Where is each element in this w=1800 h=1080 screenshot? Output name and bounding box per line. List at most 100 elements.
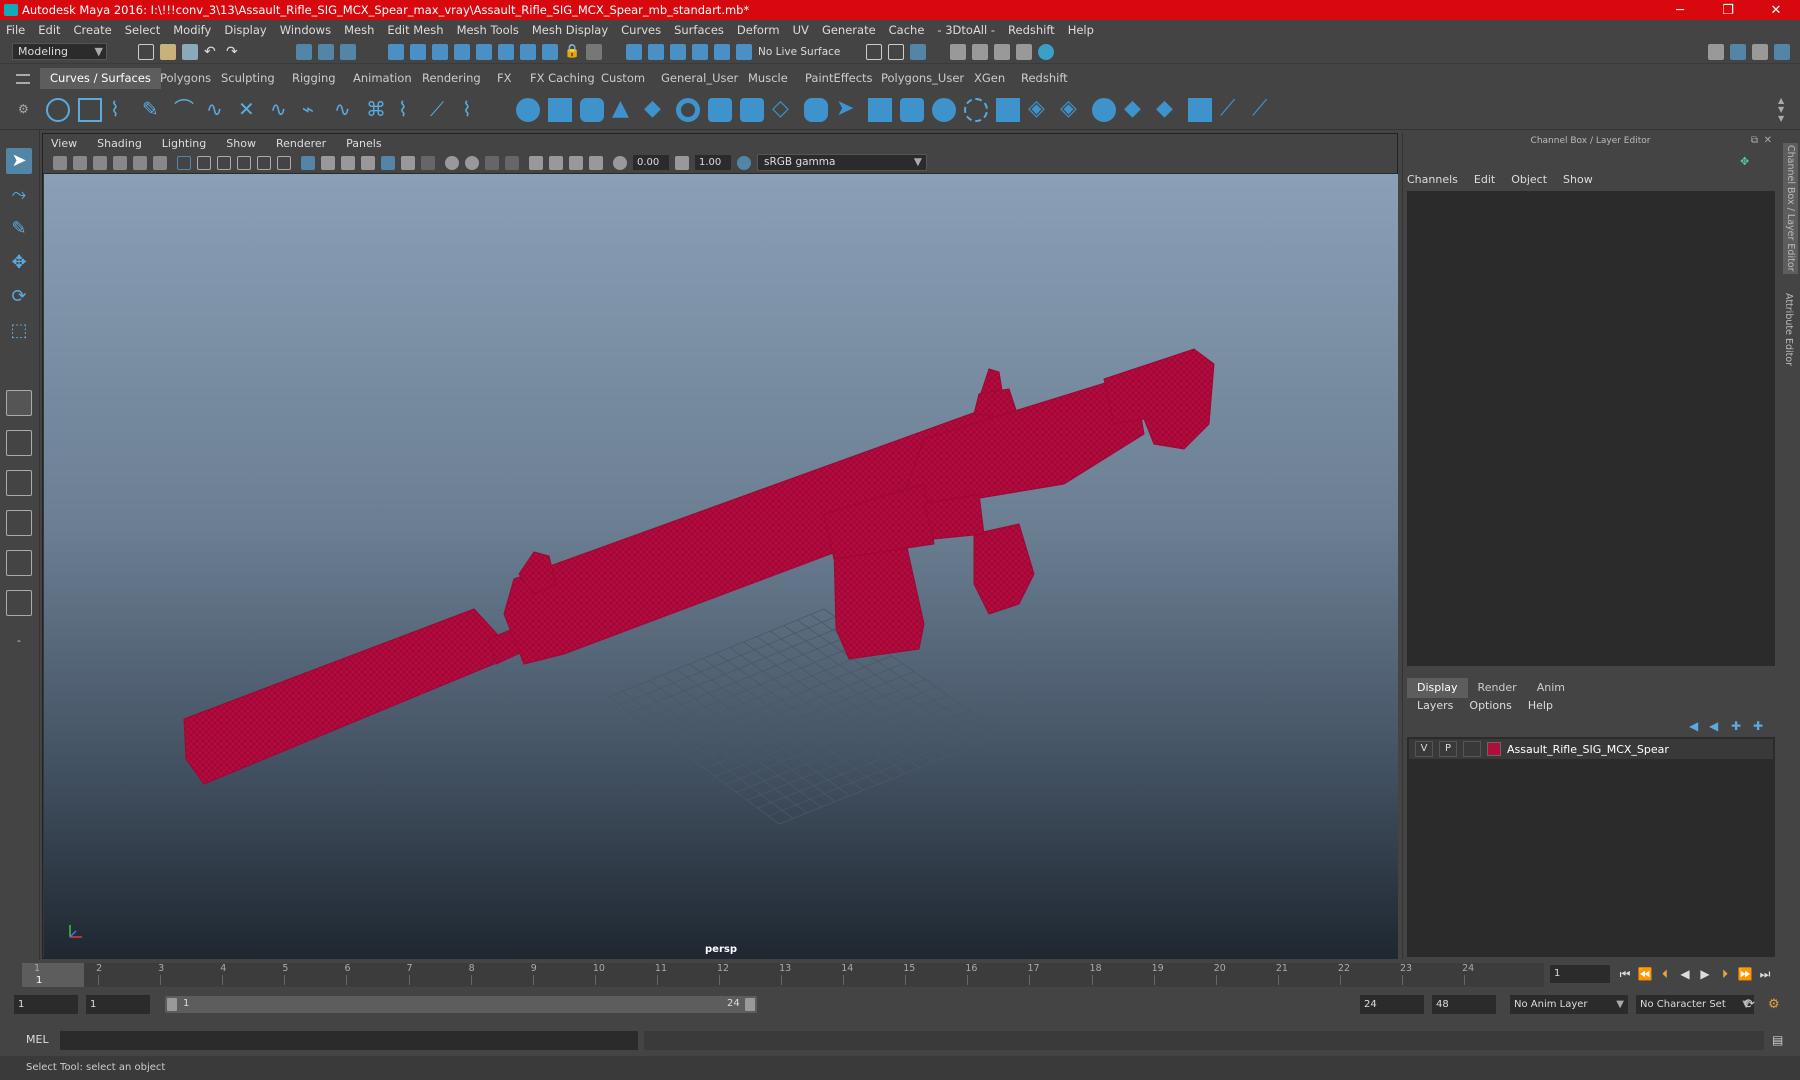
- nurbs-square-icon[interactable]: [78, 98, 102, 122]
- mel-label[interactable]: MEL: [26, 1033, 49, 1046]
- exposure-field[interactable]: 0.00: [633, 155, 669, 170]
- insert-isoparm-icon[interactable]: ⟋: [1220, 98, 1244, 122]
- extend-curve-icon[interactable]: ⟋: [430, 98, 454, 122]
- reflect-icon[interactable]: [692, 44, 708, 60]
- grease-pencil-icon[interactable]: [153, 156, 167, 170]
- bookmark-icon[interactable]: [93, 156, 107, 170]
- light-editor-icon[interactable]: [1016, 44, 1032, 60]
- textured-icon[interactable]: [361, 156, 375, 170]
- side-tab-attribute-editor[interactable]: Attribute Editor: [1783, 293, 1794, 366]
- nurbs-sphere-icon[interactable]: [516, 98, 540, 122]
- lights-icon[interactable]: [401, 156, 415, 170]
- menu-item[interactable]: Curves: [621, 23, 661, 37]
- layer-menu-item[interactable]: Options: [1469, 699, 1511, 712]
- history-icon[interactable]: [520, 44, 536, 60]
- hypershade-icon[interactable]: [972, 44, 988, 60]
- layer-type-toggle[interactable]: [1463, 741, 1481, 757]
- smooth-shade-icon[interactable]: [321, 156, 335, 170]
- layer-row[interactable]: V P Assault_Rifle_SIG_MCX_Spear: [1409, 739, 1773, 759]
- viewport-menu-item[interactable]: Shading: [97, 137, 142, 150]
- redo-icon[interactable]: ↷: [226, 44, 242, 60]
- film-gate-icon[interactable]: [197, 156, 211, 170]
- render-frame-icon[interactable]: [888, 44, 904, 60]
- viewport-3d[interactable]: persp: [44, 174, 1398, 959]
- menu-item[interactable]: Select: [125, 23, 160, 37]
- menu-item[interactable]: - 3DtoAll -: [937, 23, 995, 37]
- two-d-pan-icon[interactable]: [133, 156, 147, 170]
- nurbs-cube-icon[interactable]: [548, 98, 572, 122]
- mode-selector[interactable]: Modeling ▼: [12, 43, 107, 60]
- shelf-menu-icon[interactable]: [16, 74, 30, 84]
- menu-item[interactable]: Display: [224, 23, 266, 37]
- extrude-icon[interactable]: [804, 98, 828, 122]
- menu-item[interactable]: Modify: [173, 23, 211, 37]
- select-component-icon[interactable]: [340, 44, 356, 60]
- nurbs-plane-icon[interactable]: ◆: [644, 98, 668, 122]
- menu-item[interactable]: Edit Mesh: [387, 23, 443, 37]
- xray-components-icon[interactable]: [569, 156, 583, 170]
- menu-item[interactable]: Edit: [38, 23, 60, 37]
- input-ops-icon[interactable]: [542, 44, 558, 60]
- lock-icon[interactable]: 🔒: [564, 44, 580, 60]
- live-surface-icon[interactable]: [736, 44, 752, 60]
- save-scene-icon[interactable]: [182, 44, 198, 60]
- go-to-end-icon[interactable]: ⏭: [1756, 965, 1774, 983]
- rifle-model[interactable]: [183, 348, 1215, 785]
- symmetry-icon[interactable]: [648, 44, 664, 60]
- playback-end-field[interactable]: 24: [1360, 995, 1424, 1014]
- curve-tool-icon[interactable]: ✕: [238, 98, 262, 122]
- step-back-frame-icon[interactable]: ⏴: [1656, 965, 1674, 983]
- rotate-tool-icon[interactable]: ⟳: [6, 284, 32, 310]
- nurbs-cone-icon[interactable]: ▲: [612, 98, 636, 122]
- shelf-tab[interactable]: PaintEffects: [795, 68, 883, 89]
- snap-grid-icon[interactable]: [388, 44, 404, 60]
- magnet-icon[interactable]: [626, 44, 642, 60]
- render-region-icon[interactable]: [866, 44, 882, 60]
- playback-start-field[interactable]: 1: [86, 995, 150, 1014]
- sculpt-tool-icon[interactable]: ⟋: [1252, 98, 1276, 122]
- single-view-icon[interactable]: [6, 390, 32, 416]
- loft-icon[interactable]: [740, 98, 764, 122]
- project-curve-icon[interactable]: [964, 98, 988, 122]
- bevel-plus-icon[interactable]: [932, 98, 956, 122]
- menu-item[interactable]: Create: [74, 23, 112, 37]
- new-layer-icon[interactable]: ✚: [1731, 719, 1741, 733]
- step-back-key-icon[interactable]: ⏪: [1636, 965, 1654, 983]
- layer-visibility-toggle[interactable]: V: [1415, 741, 1433, 757]
- pencil-curve-icon[interactable]: ✎: [142, 98, 166, 122]
- untrim-icon[interactable]: ◈: [1060, 98, 1084, 122]
- step-forward-key-icon[interactable]: ⏩: [1736, 965, 1754, 983]
- channel-box-area[interactable]: [1407, 191, 1775, 666]
- move-layer-up-icon[interactable]: ◀: [1689, 719, 1698, 733]
- open-scene-icon[interactable]: [160, 44, 176, 60]
- offset-curve-icon[interactable]: ⌘: [366, 98, 390, 122]
- close-button[interactable]: ✕: [1754, 0, 1798, 20]
- birail-icon[interactable]: ➤: [836, 98, 860, 122]
- layer-playback-toggle[interactable]: P: [1439, 741, 1457, 757]
- undo-icon[interactable]: ↶: [204, 44, 220, 60]
- xray-icon[interactable]: [529, 156, 543, 170]
- layer-tab[interactable]: Render: [1468, 678, 1527, 698]
- image-plane-icon[interactable]: [113, 156, 127, 170]
- collapse-toolbox-icon[interactable]: -: [6, 628, 32, 654]
- shelf-tab[interactable]: Rendering: [412, 68, 491, 89]
- layer-color-swatch[interactable]: [1487, 742, 1501, 756]
- detach-curve-icon[interactable]: ⌁: [302, 98, 326, 122]
- xray-joints-icon[interactable]: [549, 156, 563, 170]
- resolution-gate-icon[interactable]: [217, 156, 231, 170]
- ambient-occlusion-icon[interactable]: [445, 156, 459, 170]
- channel-box-menu-item[interactable]: Channels: [1407, 173, 1458, 186]
- animation-end-field[interactable]: 48: [1432, 995, 1496, 1014]
- align-surface-icon[interactable]: ◆: [1156, 98, 1180, 122]
- menu-item[interactable]: Redshift: [1008, 23, 1055, 37]
- gamma-icon[interactable]: [675, 156, 689, 170]
- anim-layer-dropdown[interactable]: No Anim Layer ▼: [1510, 995, 1628, 1014]
- channel-box-menu-item[interactable]: Show: [1563, 173, 1593, 186]
- menu-item[interactable]: Mesh Display: [532, 23, 608, 37]
- nurbs-cylinder-icon[interactable]: [580, 98, 604, 122]
- wireframe-on-shaded-icon[interactable]: [341, 156, 355, 170]
- play-backward-icon[interactable]: ◀: [1676, 965, 1694, 983]
- bezier-curve-icon[interactable]: ∿: [206, 98, 230, 122]
- cv-curve-icon[interactable]: ⌇: [110, 98, 134, 122]
- persp-outliner-icon[interactable]: [6, 550, 32, 576]
